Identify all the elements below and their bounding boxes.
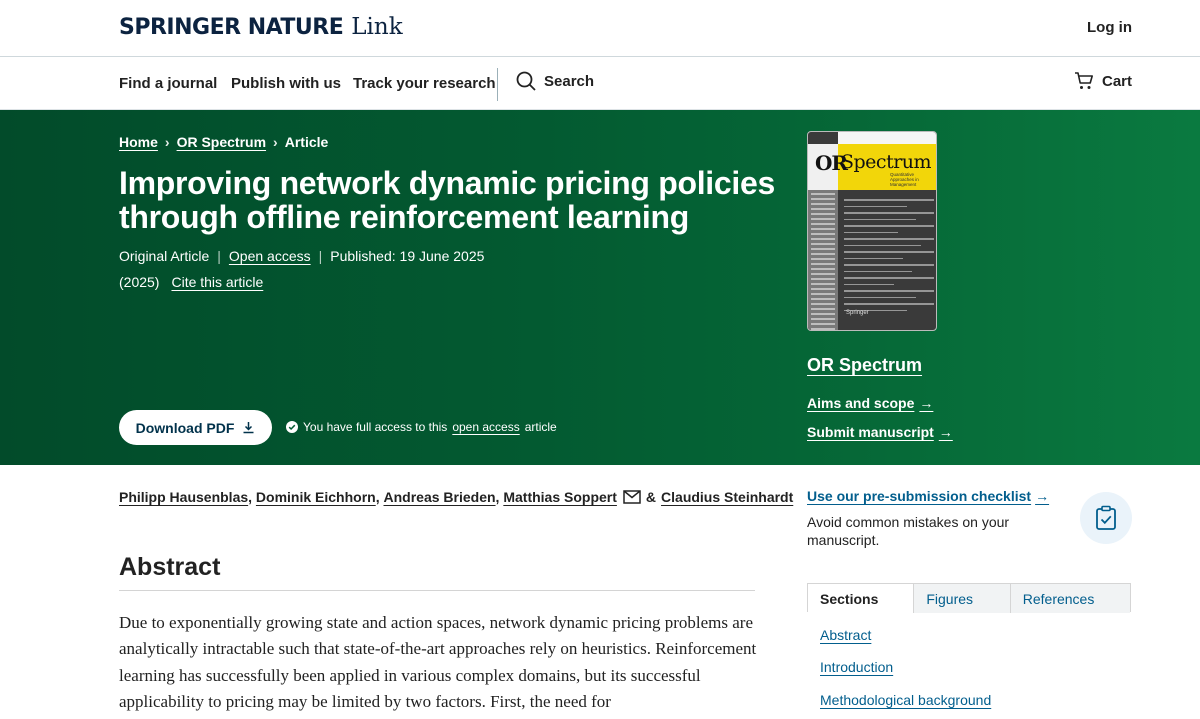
author-link[interactable]: Claudius Steinhardt <box>661 489 793 505</box>
cover-top-strip <box>838 132 936 144</box>
abstract-heading: Abstract <box>119 553 221 581</box>
aims-scope-label: Aims and scope <box>807 395 915 411</box>
article-title-line2: through offline reinforcement learning <box>119 199 689 235</box>
meta-divider: | <box>217 248 221 264</box>
login-link[interactable]: Log in <box>1087 19 1132 36</box>
nav-publish-with-us[interactable]: Publish with us <box>231 75 341 92</box>
author-link[interactable]: Philipp Hausenblas <box>119 489 248 505</box>
open-access-link[interactable]: Open access <box>229 248 311 264</box>
author-link[interactable]: Matthias Soppert <box>503 489 617 505</box>
main-nav: Find a journal Publish with us Track you… <box>0 58 1200 110</box>
breadcrumb: Home › OR Spectrum › Article <box>119 134 328 150</box>
article-hero: Home › OR Spectrum › Article Improving n… <box>0 110 1200 465</box>
cart-button[interactable]: Cart <box>1074 71 1132 91</box>
article-citation-row: (2025) Cite this article <box>119 274 263 290</box>
nav-find-journal[interactable]: Find a journal <box>119 75 217 92</box>
authors-ampersand: & <box>645 489 657 505</box>
access-note-prefix: You have full access to this <box>303 420 448 434</box>
section-link-introduction[interactable]: Introduction <box>820 659 893 675</box>
tab-figures[interactable]: Figures <box>913 584 1010 613</box>
email-icon[interactable] <box>623 490 641 504</box>
check-circle-icon <box>286 421 298 433</box>
cart-label: Cart <box>1101 72 1132 90</box>
abstract-divider <box>119 590 755 591</box>
author-link[interactable]: Andreas Brieden <box>384 489 496 505</box>
top-header: SPRINGER NATURE Link Log in <box>0 0 1200 57</box>
full-access-note: You have full access to this open access… <box>286 420 557 434</box>
cover-spectrum: Spectrum <box>841 151 932 173</box>
tab-references[interactable]: References <box>1009 584 1130 613</box>
breadcrumb-home[interactable]: Home <box>119 134 158 150</box>
abstract-text: Due to exponentially growing state and a… <box>119 613 757 711</box>
chevron-right-icon: › <box>273 134 278 150</box>
download-icon <box>243 422 254 434</box>
chevron-right-icon: › <box>164 134 170 150</box>
section-link-abstract[interactable]: Abstract <box>820 627 871 643</box>
clipboard-check-icon <box>1080 492 1132 544</box>
nav-track-research[interactable]: Track your research <box>353 75 496 92</box>
cart-icon <box>1074 72 1093 89</box>
brand-main: SPRINGER NATURE <box>119 15 344 40</box>
tab-sections[interactable]: Sections <box>808 584 914 613</box>
cover-publisher: Springer <box>846 310 869 316</box>
brand-link: Link <box>351 14 403 40</box>
cover-contents <box>844 194 934 311</box>
article-type: Original Article <box>119 248 210 264</box>
article-tabs: Sections Figures References <box>807 583 1131 613</box>
download-pdf-button[interactable]: Download PDF <box>119 410 272 445</box>
journal-cover[interactable]: OR Spectrum Quantitative Approaches in M… <box>807 131 937 331</box>
nav-divider <box>497 68 498 101</box>
download-pdf-label: Download PDF <box>135 419 235 436</box>
access-note-suffix: article <box>524 420 557 434</box>
arrow-right-icon: → <box>938 424 953 440</box>
arrow-right-icon: → <box>919 395 934 411</box>
cite-article-link[interactable]: Cite this article <box>171 274 263 290</box>
checklist-description: Avoid common mistakes on your manuscript… <box>807 514 1010 548</box>
submit-manuscript-label: Submit manuscript <box>807 424 934 440</box>
article-title-line1: Improving network dynamic pricing polici… <box>119 165 775 201</box>
cover-subtitle: Quantitative Approaches in Management <box>890 172 919 187</box>
access-note-link[interactable]: open access <box>452 420 519 434</box>
published-date: Published: 19 June 2025 <box>330 248 485 264</box>
aims-scope-link[interactable]: Aims and scope → <box>807 395 933 411</box>
journal-name-link[interactable]: OR Spectrum <box>807 355 922 376</box>
author-list: Philipp Hausenblas, Dominik Eichhorn, An… <box>119 489 794 505</box>
search-icon <box>516 71 536 91</box>
section-link-methodological-background[interactable]: Methodological background <box>820 692 991 708</box>
cover-sidebar <box>808 190 838 330</box>
search-button[interactable]: Search <box>516 71 594 91</box>
pre-submission-checklist-link[interactable]: Use our pre-submission checklist → <box>807 488 1049 504</box>
breadcrumb-current: Article <box>284 134 329 150</box>
article-title: Improving network dynamic pricing polici… <box>119 166 779 234</box>
author-link[interactable]: Dominik Eichhorn <box>256 489 376 505</box>
checklist-label: Use our pre-submission checklist <box>807 488 1032 504</box>
arrow-right-icon: → <box>1035 488 1050 504</box>
meta-divider: | <box>318 248 323 264</box>
article-year: (2025) <box>119 274 160 290</box>
breadcrumb-journal[interactable]: OR Spectrum <box>177 134 266 150</box>
article-meta: Original Article | Open access | Publish… <box>119 248 484 264</box>
submit-manuscript-link[interactable]: Submit manuscript → <box>807 424 953 440</box>
search-label: Search <box>544 72 595 90</box>
springer-nature-link-logo[interactable]: SPRINGER NATURE Link <box>119 14 403 44</box>
